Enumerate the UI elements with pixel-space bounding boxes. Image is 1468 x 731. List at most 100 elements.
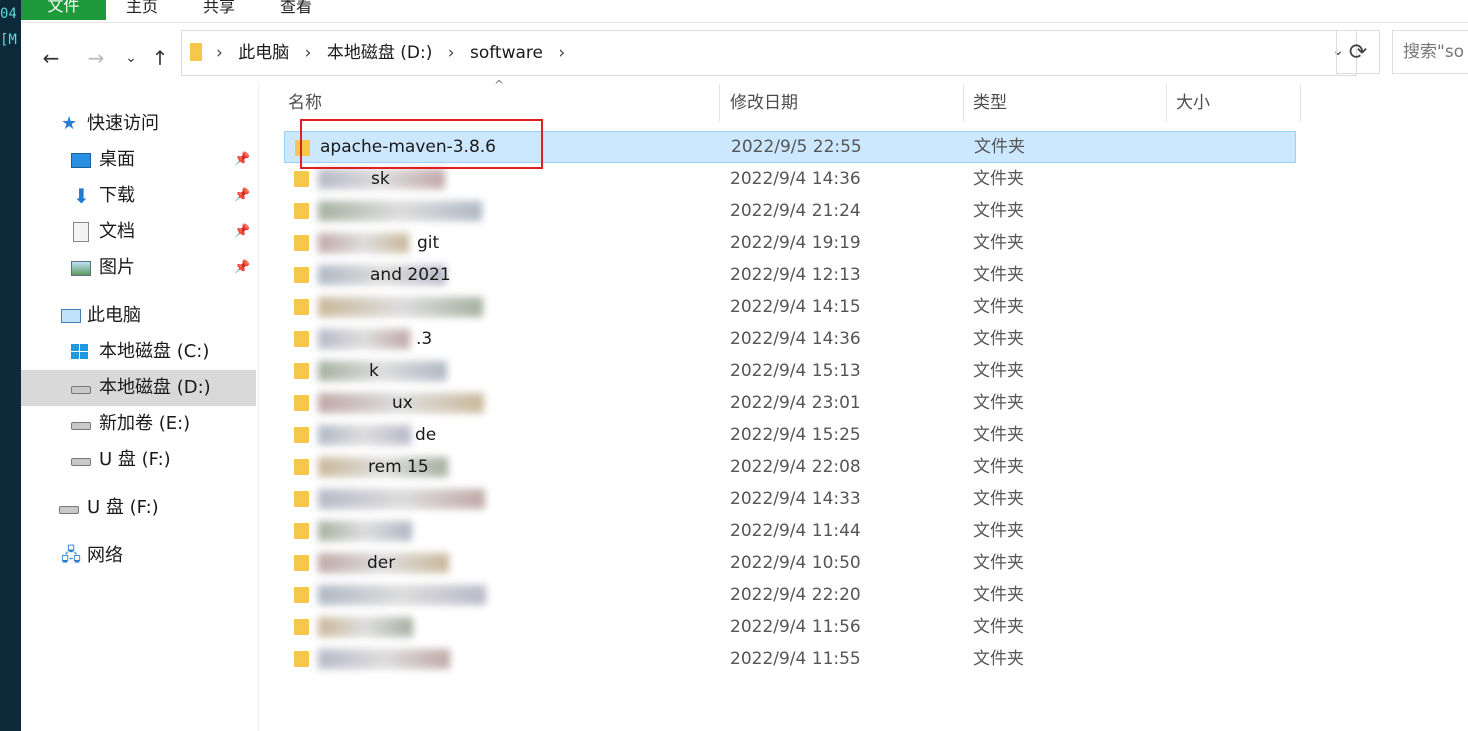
up-button[interactable]: ↑ (148, 46, 172, 70)
chevron-right-icon[interactable]: › (216, 43, 223, 63)
sidebar-item-desktop[interactable]: 桌面 📌 (21, 142, 256, 178)
recent-locations-button[interactable]: ⌄ (119, 46, 143, 70)
file-date: 2022/9/4 11:55 (730, 649, 861, 669)
redacted-name (318, 521, 412, 541)
sidebar-item-network[interactable]: 🖧 网络 (21, 538, 256, 574)
chevron-right-icon[interactable]: › (305, 43, 312, 63)
annotation-highlight-box (300, 119, 543, 169)
table-row[interactable]: 2022/9/4 11:56 文件夹 (284, 611, 1296, 643)
breadcrumb-software[interactable]: software (470, 43, 543, 63)
document-icon (73, 222, 89, 242)
sidebar-item-quick-access[interactable]: ★ 快速访问 (21, 106, 256, 142)
file-date: 2022/9/4 23:01 (730, 393, 861, 413)
drive-icon (71, 386, 91, 394)
file-type: 文件夹 (973, 201, 1024, 221)
file-date: 2022/9/4 11:44 (730, 521, 861, 541)
sidebar-item-usb-f-root[interactable]: U 盘 (F:) (21, 490, 256, 526)
table-row[interactable]: 2022/9/4 21:24 文件夹 (284, 195, 1296, 227)
file-type: 文件夹 (973, 489, 1024, 509)
column-divider[interactable] (963, 84, 964, 122)
column-header-size[interactable]: 大小 (1176, 84, 1210, 122)
tab-view[interactable]: 查看 (280, 0, 312, 20)
forward-button[interactable]: → (84, 46, 108, 70)
file-name: de (415, 425, 437, 445)
sidebar-item-pictures[interactable]: 图片 📌 (21, 250, 256, 286)
drive-c-icon (71, 344, 79, 351)
tab-home[interactable]: 主页 (126, 0, 158, 20)
folder-icon (294, 235, 309, 251)
file-type: 文件夹 (973, 649, 1024, 669)
file-date: 2022/9/4 15:13 (730, 361, 861, 381)
sidebar-item-drive-c[interactable]: 本地磁盘 (C:) (21, 334, 256, 370)
table-row[interactable]: .3 2022/9/4 14:36 文件夹 (284, 323, 1296, 355)
table-row[interactable]: 2022/9/4 11:44 文件夹 (284, 515, 1296, 547)
sidebar-item-drive-d[interactable]: 本地磁盘 (D:) (21, 370, 256, 406)
terminal-line: 04 (0, 6, 17, 22)
pin-icon[interactable]: 📌 (234, 214, 250, 250)
folder-icon (294, 587, 309, 603)
folder-icon (294, 171, 309, 187)
table-row[interactable]: and 2021 2022/9/4 12:13 文件夹 (284, 259, 1296, 291)
chevron-right-icon[interactable]: › (448, 43, 455, 63)
star-icon: ★ (61, 113, 78, 134)
sidebar-item-this-pc[interactable]: 此电脑 (21, 298, 256, 334)
column-header-modified[interactable]: 修改日期 (730, 84, 798, 122)
column-divider[interactable] (1300, 84, 1301, 122)
sidebar-item-label: 本地磁盘 (C:) (99, 341, 210, 362)
table-row[interactable]: rem 15 2022/9/4 22:08 文件夹 (284, 451, 1296, 483)
pin-icon[interactable]: 📌 (234, 142, 250, 178)
column-divider[interactable] (1166, 84, 1167, 122)
sidebar-item-downloads[interactable]: ⬇ 下载 📌 (21, 178, 256, 214)
folder-icon (294, 363, 309, 379)
table-row[interactable]: 2022/9/4 22:20 文件夹 (284, 579, 1296, 611)
sidebar-item-usb-f[interactable]: U 盘 (F:) (21, 442, 256, 478)
file-date: 2022/9/5 22:55 (731, 137, 862, 157)
folder-icon (294, 331, 309, 347)
column-header-name[interactable]: 名称 (288, 84, 322, 122)
pin-icon[interactable]: 📌 (234, 178, 250, 214)
sidebar-item-documents[interactable]: 文档 📌 (21, 214, 256, 250)
file-date: 2022/9/4 14:15 (730, 297, 861, 317)
refresh-button[interactable]: ⟳ (1336, 30, 1380, 74)
address-row: ← → ⌄ ↑ › 此电脑 › 本地磁盘 (D:) › software › ⌄… (21, 22, 1468, 84)
search-input[interactable]: 搜索"so (1392, 30, 1468, 74)
file-name: rem 15 (368, 457, 429, 477)
chevron-right-icon[interactable]: › (558, 43, 565, 63)
table-row[interactable]: 2022/9/4 14:33 文件夹 (284, 483, 1296, 515)
breadcrumb-this-pc[interactable]: 此电脑 (238, 43, 289, 63)
folder-icon (294, 203, 309, 219)
table-row[interactable]: git 2022/9/4 19:19 文件夹 (284, 227, 1296, 259)
drive-icon (71, 422, 91, 430)
file-type: 文件夹 (973, 297, 1024, 317)
redacted-name (318, 649, 450, 669)
column-header-type[interactable]: 类型 (973, 84, 1007, 122)
tab-share[interactable]: 共享 (203, 0, 235, 20)
file-date: 2022/9/4 21:24 (730, 201, 861, 221)
sidebar-item-label: 下载 (99, 185, 135, 206)
download-icon: ⬇ (73, 184, 90, 208)
folder-icon (294, 651, 309, 667)
file-name: and 2021 (370, 265, 451, 285)
file-date: 2022/9/4 11:56 (730, 617, 861, 637)
breadcrumb-drive-d[interactable]: 本地磁盘 (D:) (327, 43, 433, 63)
sidebar-item-label: 新加卷 (E:) (99, 413, 191, 434)
table-row[interactable]: 2022/9/4 14:15 文件夹 (284, 291, 1296, 323)
table-row[interactable]: 2022/9/4 11:55 文件夹 (284, 643, 1296, 675)
table-row[interactable]: k 2022/9/4 15:13 文件夹 (284, 355, 1296, 387)
column-divider[interactable] (719, 84, 720, 122)
file-type: 文件夹 (973, 265, 1024, 285)
table-row[interactable]: der 2022/9/4 10:50 文件夹 (284, 547, 1296, 579)
file-type: 文件夹 (973, 361, 1024, 381)
sidebar-item-label: U 盘 (F:) (87, 497, 159, 518)
sidebar-item-drive-e[interactable]: 新加卷 (E:) (21, 406, 256, 442)
address-bar[interactable]: › 此电脑 › 本地磁盘 (D:) › software › ⌄ (181, 30, 1357, 76)
table-row[interactable]: de 2022/9/4 15:25 文件夹 (284, 419, 1296, 451)
tab-file[interactable]: 文件 (21, 0, 106, 20)
file-name: git (417, 233, 440, 253)
sidebar-item-label: 桌面 (99, 149, 135, 170)
folder-icon (294, 427, 309, 443)
pin-icon[interactable]: 📌 (234, 250, 250, 286)
table-row[interactable]: ux 2022/9/4 23:01 文件夹 (284, 387, 1296, 419)
folder-icon (294, 491, 309, 507)
back-button[interactable]: ← (39, 46, 63, 70)
